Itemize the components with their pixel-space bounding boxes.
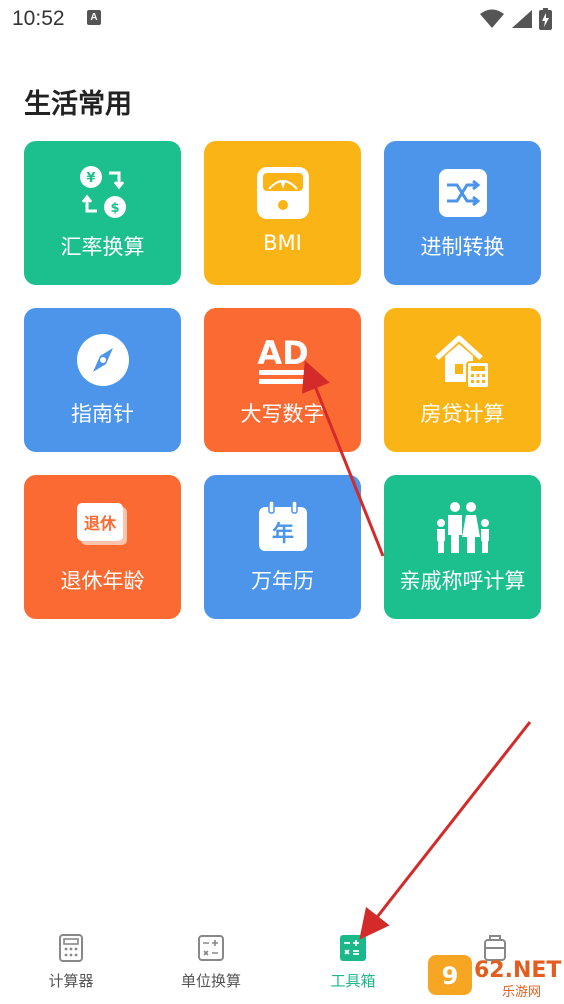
family-icon: [436, 502, 489, 553]
section-title: 生活常用: [24, 89, 132, 120]
tool-uppercase-number[interactable]: AD 大写数字: [204, 308, 361, 452]
compass-icon: [76, 334, 129, 386]
retirement-icon: 退休: [76, 503, 127, 545]
svg-text:62.NET: 62.NET: [474, 958, 561, 983]
tool-label: 万年历: [251, 569, 314, 593]
tool-mortgage[interactable]: 房贷计算: [384, 308, 541, 452]
tab-calculator[interactable]: 计算器: [16, 934, 126, 1004]
watermark-logo: 9 62.NET 乐游网: [428, 955, 561, 999]
svg-text:9: 9: [442, 962, 459, 990]
unit-convert-icon: [198, 935, 224, 961]
svg-text:乐游网: 乐游网: [502, 985, 541, 999]
battery-charging-icon: [539, 8, 552, 30]
tool-label: 退休年龄: [60, 569, 145, 593]
tool-retirement[interactable]: 退休 退休年龄: [24, 475, 181, 619]
svg-text:¥: ¥: [86, 171, 95, 186]
tab-unit-conversion[interactable]: 单位换算: [156, 934, 266, 1004]
status-bar: 10:52 A: [0, 0, 564, 40]
mortgage-icon: [434, 335, 490, 389]
tool-bmi[interactable]: BMI: [204, 141, 361, 285]
tool-currency-exchange[interactable]: ¥ $ 汇率换算: [24, 141, 181, 285]
signal-icon: [512, 10, 532, 28]
base-conversion-icon: [438, 169, 487, 217]
tool-base-conversion[interactable]: 进制转换: [384, 141, 541, 285]
svg-text:AD: AD: [257, 334, 308, 372]
tool-label: 亲戚称呼计算: [399, 569, 526, 593]
tab-label: 工具箱: [330, 972, 376, 990]
bmi-scale-icon: [256, 167, 309, 219]
calendar-icon: 年: [258, 500, 307, 551]
wifi-icon: [480, 9, 504, 28]
tool-compass[interactable]: 指南针: [24, 308, 181, 452]
tool-label: 指南针: [71, 402, 134, 426]
calculator-icon: [59, 934, 83, 962]
tab-toolbox[interactable]: 工具箱: [298, 934, 408, 1004]
uppercase-number-icon: AD: [257, 334, 308, 384]
tool-label: 大写数字: [240, 402, 325, 426]
annotation-arrow-to-tab: [359, 721, 532, 940]
notification-a-icon: A: [87, 10, 101, 25]
status-icons: [479, 8, 552, 30]
svg-text:$: $: [110, 201, 119, 216]
tool-label: 进制转换: [420, 235, 505, 259]
tab-label: 单位换算: [180, 972, 241, 990]
tool-label: BMI: [263, 231, 302, 255]
svg-text:退休: 退休: [83, 514, 116, 533]
currency-exchange-icon: ¥ $: [79, 166, 126, 218]
svg-text:年: 年: [271, 521, 293, 547]
status-time: 10:52: [12, 7, 65, 30]
tool-calendar[interactable]: 年 万年历: [204, 475, 361, 619]
tab-label: 计算器: [48, 972, 94, 990]
tool-family-relation[interactable]: 亲戚称呼计算: [384, 475, 541, 619]
tool-label: 汇率换算: [60, 235, 145, 259]
tool-label: 房贷计算: [420, 402, 505, 426]
toolbox-icon: [340, 935, 366, 961]
